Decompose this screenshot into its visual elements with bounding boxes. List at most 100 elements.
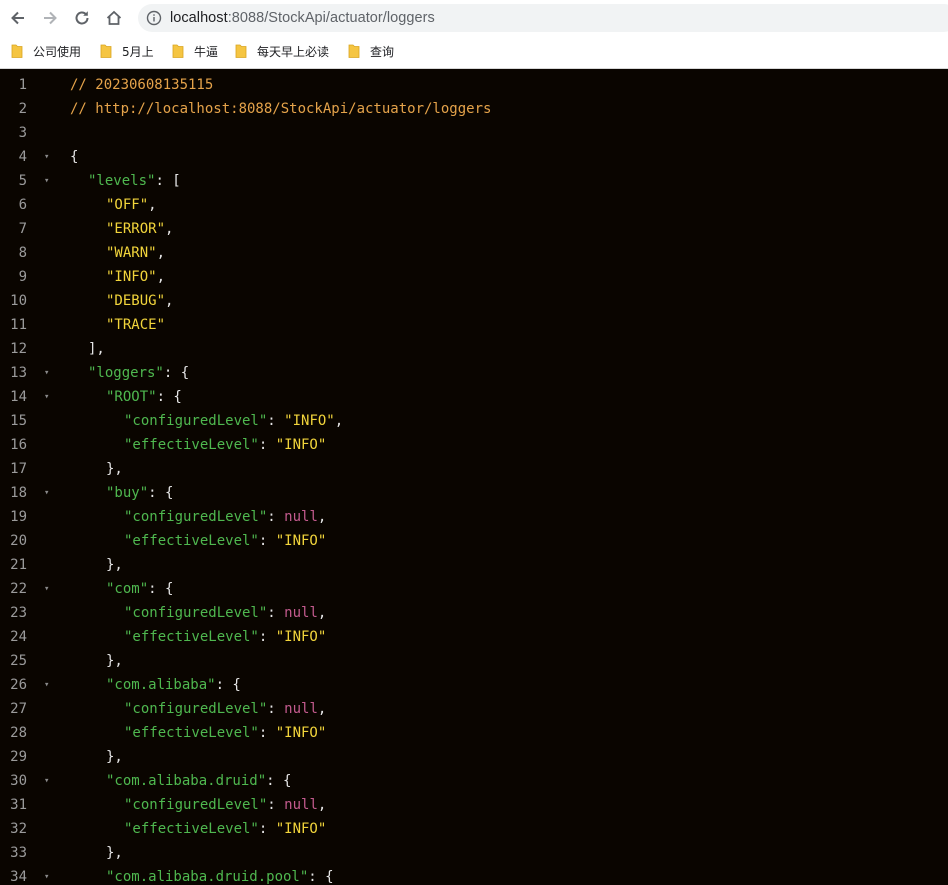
fold-toggle-icon[interactable]: ▾ (44, 769, 49, 793)
line-number: 11 (10, 317, 27, 333)
punctuation-token: , (148, 197, 157, 213)
key-token: "levels" (88, 173, 156, 189)
punctuation-token: { (70, 149, 79, 165)
punctuation-token: , (317, 701, 327, 717)
back-button[interactable] (6, 6, 30, 30)
punctuation-token: , (334, 413, 344, 429)
reload-button[interactable] (70, 6, 94, 30)
key-token: "effectiveLevel" (124, 533, 259, 549)
code-text: }, (106, 649, 123, 673)
code-text: "DEBUG", (106, 289, 173, 313)
bookmark-label: 每天早上必读 (257, 44, 330, 59)
bookmark-folder[interactable]: 牛逼 (172, 42, 218, 60)
line-number: 4 (18, 149, 27, 165)
url-text[interactable]: localhost:8088/StockApi/actuator/loggers (170, 10, 435, 26)
fold-toggle-icon[interactable]: ▾ (44, 385, 49, 409)
code-line: 21}, (0, 553, 948, 577)
code-line: 14 ▾ "ROOT": { (0, 385, 948, 409)
code-text: "TRACE" (106, 313, 165, 337)
line-number: 8 (18, 245, 27, 261)
line-number: 28 (10, 725, 27, 741)
punctuation-token: }, (106, 461, 123, 477)
string-token: "INFO" (275, 821, 327, 837)
punctuation-token: : { (308, 869, 334, 885)
code-line: 3 (0, 121, 948, 145)
fold-toggle-icon[interactable]: ▾ (44, 361, 49, 385)
code-text: "buy": { (106, 481, 173, 505)
key-token: "com" (106, 581, 149, 597)
bookmark-folder[interactable]: 查询 (348, 42, 394, 60)
line-number: 22 (10, 581, 27, 597)
punctuation-token: }, (106, 557, 123, 573)
string-token: "INFO" (275, 533, 327, 549)
key-token: "configuredLevel" (124, 509, 268, 525)
punctuation-token: : (258, 821, 276, 837)
key-token: "configuredLevel" (124, 797, 268, 813)
url-host: localhost (170, 10, 228, 26)
punctuation-token: , (317, 509, 327, 525)
info-icon[interactable] (146, 10, 162, 26)
code-line: 6 "OFF", (0, 193, 948, 217)
code-text: "com.alibaba.druid": { (106, 769, 291, 793)
line-number: 26 (10, 677, 27, 693)
line-number: 34 (10, 869, 27, 885)
line-number: 14 (10, 389, 27, 405)
key-token: "ROOT" (106, 389, 157, 405)
line-number: 1 (18, 77, 27, 93)
null-token: null (284, 797, 318, 813)
code-line: 23 "configuredLevel": null, (0, 601, 948, 625)
line-number: 2 (18, 101, 27, 117)
line-number: 16 (10, 437, 27, 453)
home-button[interactable] (102, 6, 126, 30)
punctuation-token: : { (148, 485, 174, 501)
line-number: 20 (10, 533, 27, 549)
bookmark-folder[interactable]: 5月上 (100, 42, 154, 60)
key-token: "effectiveLevel" (124, 725, 259, 741)
key-token: "com.alibaba.druid.pool" (106, 869, 309, 885)
string-token: "INFO" (275, 725, 327, 741)
line-number: 27 (10, 701, 27, 717)
code-line: 8 "WARN", (0, 241, 948, 265)
bookmark-folder[interactable]: 公司使用 (11, 42, 81, 60)
code-text: "loggers": { (88, 361, 189, 385)
code-line: 18 ▾ "buy": { (0, 481, 948, 505)
code-text: "configuredLevel": null, (124, 793, 326, 817)
code-line: 25}, (0, 649, 948, 673)
line-number: 21 (10, 557, 27, 573)
code-text: ], (88, 337, 105, 361)
line-number: 17 (10, 461, 27, 477)
fold-toggle-icon[interactable]: ▾ (44, 481, 49, 505)
punctuation-token: : (267, 797, 285, 813)
fold-toggle-icon[interactable]: ▾ (44, 865, 49, 885)
line-number: 23 (10, 605, 27, 621)
fold-toggle-icon[interactable]: ▾ (44, 169, 49, 193)
key-token: "effectiveLevel" (124, 629, 259, 645)
code-text: "INFO", (106, 265, 165, 289)
bookmark-folder[interactable]: 每天早上必读 (235, 42, 329, 60)
code-text: "configuredLevel": null, (124, 697, 326, 721)
code-line: 1 // 20230608135115 (0, 73, 948, 97)
code-text: }, (106, 841, 123, 865)
fold-toggle-icon[interactable]: ▾ (44, 145, 49, 169)
key-token: "com.alibaba.druid" (106, 773, 267, 789)
punctuation-token: , (317, 605, 327, 621)
line-number: 3 (18, 125, 27, 141)
key-token: "configuredLevel" (124, 413, 268, 429)
code-text: // http://localhost:8088/StockApi/actuat… (70, 97, 491, 121)
fold-toggle-icon[interactable]: ▾ (44, 577, 49, 601)
back-arrow-icon (11, 11, 24, 25)
fold-toggle-icon[interactable]: ▾ (44, 673, 49, 697)
code-line: 28 "effectiveLevel": "INFO" (0, 721, 948, 745)
code-line: 26 ▾ "com.alibaba": { (0, 673, 948, 697)
line-number: 19 (10, 509, 27, 525)
key-token: "loggers" (88, 365, 164, 381)
string-token: "INFO" (275, 629, 327, 645)
code-text: "effectiveLevel": "INFO" (124, 817, 326, 841)
punctuation-token: : (258, 533, 276, 549)
line-number: 15 (10, 413, 27, 429)
forward-button[interactable] (38, 6, 62, 30)
code-line: 9 "INFO", (0, 265, 948, 289)
address-bar[interactable]: localhost:8088/StockApi/actuator/loggers (138, 4, 948, 32)
code-line: 7 "ERROR", (0, 217, 948, 241)
key-token: "com.alibaba" (106, 677, 216, 693)
